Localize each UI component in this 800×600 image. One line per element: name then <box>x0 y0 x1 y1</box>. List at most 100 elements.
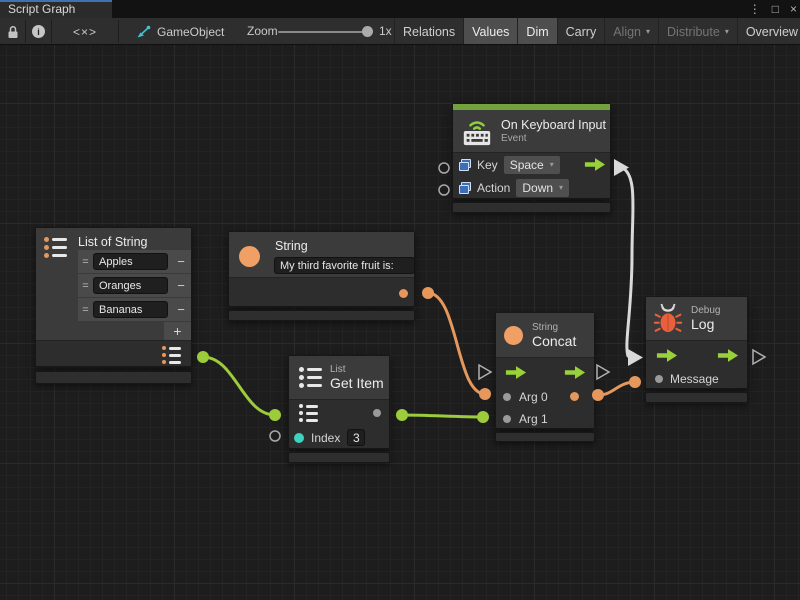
tab-bar: Script Graph ⋮ □ × <box>0 0 800 18</box>
zoom-slider-handle[interactable] <box>362 26 373 37</box>
trigger-out-port[interactable] <box>584 157 606 172</box>
remove-item-button[interactable]: − <box>171 278 191 293</box>
arg1-label: Arg 1 <box>519 412 548 426</box>
values-button[interactable]: Values <box>463 18 517 45</box>
index-input-port[interactable] <box>294 433 304 443</box>
node-footer <box>228 310 415 321</box>
node-title: Get Item <box>330 375 384 391</box>
zoom-slider-track[interactable] <box>278 31 372 33</box>
node-string-concat[interactable]: String Concat Arg 0 Arg 1 <box>495 312 595 429</box>
info-button[interactable]: i <box>26 18 51 45</box>
chevron-down-icon: ▾ <box>646 19 650 45</box>
message-label: Message <box>670 372 719 386</box>
node-header: On Keyboard Input Event <box>453 110 610 153</box>
node-title: Concat <box>532 333 576 349</box>
node-title: String <box>275 239 308 253</box>
node-body <box>229 279 414 307</box>
chevron-down-icon: ▾ <box>550 160 554 169</box>
list-input-row <box>289 400 389 426</box>
item-output-port[interactable] <box>373 409 381 417</box>
overview-button[interactable]: Overview <box>737 18 800 45</box>
list-input-port[interactable] <box>299 404 318 422</box>
tab-script-graph[interactable]: Script Graph <box>0 0 112 18</box>
string-output-port[interactable] <box>399 289 408 298</box>
zoom-label: Zoom <box>247 18 278 45</box>
node-footer <box>645 392 748 403</box>
node-header: List Get Item <box>289 356 389 400</box>
key-row: Key Space ▾ <box>453 153 610 176</box>
node-list-of-string[interactable]: List of String = Apples − = Oranges − = … <box>35 227 192 367</box>
node-category: Debug <box>691 305 720 316</box>
trigger-out-port[interactable] <box>717 348 739 363</box>
window-controls: ⋮ □ × <box>749 0 797 18</box>
trigger-in-port[interactable] <box>656 348 678 363</box>
keycode-icon <box>459 159 471 171</box>
string-list-editor: = Apples − = Oranges − = Bananas − + <box>78 250 191 340</box>
menu-icon[interactable]: ⋮ <box>749 0 761 18</box>
string-type-icon <box>239 246 260 267</box>
list-item-row: = Apples − <box>78 250 191 273</box>
maximize-icon[interactable]: □ <box>772 0 779 18</box>
distribute-dropdown[interactable]: Distribute ▾ <box>658 18 737 45</box>
trigger-out-port[interactable] <box>564 365 586 380</box>
node-footer <box>495 432 595 442</box>
toolbar-separator <box>118 20 119 43</box>
action-row: Action Down ▾ <box>453 176 610 199</box>
list-output-port[interactable] <box>162 346 181 364</box>
message-row: Message <box>646 369 747 389</box>
drag-handle-icon[interactable]: = <box>78 304 93 316</box>
unity-script-graph-window: Script Graph ⋮ □ × i <×> <box>0 0 800 600</box>
drag-handle-icon[interactable]: = <box>78 280 93 292</box>
index-label: Index <box>311 431 340 445</box>
arg0-label: Arg 0 <box>519 390 548 404</box>
dim-button[interactable]: Dim <box>517 18 556 45</box>
arg1-input-port[interactable] <box>503 415 511 423</box>
add-item-button[interactable]: + <box>164 322 191 340</box>
message-input-port[interactable] <box>655 375 663 383</box>
arg1-row: Arg 1 <box>496 408 594 430</box>
action-icon <box>459 182 471 194</box>
carry-button[interactable]: Carry <box>557 18 605 45</box>
relations-button[interactable]: Relations <box>394 18 463 45</box>
node-title: Log <box>691 316 720 332</box>
action-label: Action <box>477 181 510 195</box>
chevron-down-icon: ▾ <box>725 19 729 45</box>
list-item-input[interactable]: Oranges <box>93 277 168 294</box>
chevron-down-icon: ▾ <box>559 183 563 192</box>
code-icon: <×> <box>73 25 97 39</box>
node-title: List of String <box>78 235 147 249</box>
remove-item-button[interactable]: − <box>171 302 191 317</box>
lock-button[interactable] <box>0 18 25 45</box>
arg0-row: Arg 0 <box>496 386 594 408</box>
node-on-keyboard-input[interactable]: On Keyboard Input Event Key Space ▾ Acti… <box>452 103 611 199</box>
trigger-in-port[interactable] <box>505 365 527 380</box>
list-item-input[interactable]: Bananas <box>93 301 168 318</box>
arg0-input-port[interactable] <box>503 393 511 401</box>
close-icon[interactable]: × <box>790 0 797 18</box>
key-label: Key <box>477 158 498 172</box>
graph-target-chip[interactable]: GameObject <box>136 18 224 45</box>
result-output-port[interactable] <box>570 392 579 401</box>
node-string-literal[interactable]: String My third favorite fruit is: <box>228 231 415 307</box>
remove-item-button[interactable]: − <box>171 254 191 269</box>
toolbar-toggle-group: Relations Values Dim Carry Align ▾ Distr… <box>394 18 800 45</box>
list-output-row <box>36 342 191 367</box>
align-dropdown[interactable]: Align ▾ <box>604 18 658 45</box>
string-type-icon <box>504 326 523 345</box>
code-view-button[interactable]: <×> <box>52 18 118 45</box>
node-list-get-item[interactable]: List Get Item Index 3 <box>288 355 390 449</box>
list-item-input[interactable]: Apples <box>93 253 168 270</box>
trigger-row <box>646 341 747 369</box>
node-debug-log[interactable]: Debug Log Message <box>645 296 748 389</box>
lock-icon <box>7 25 19 39</box>
string-value-input[interactable]: My third favorite fruit is: <box>274 257 415 274</box>
graph-toolbar: i <×> GameObject Zoom 1x Relations Value… <box>0 18 800 45</box>
index-value-input[interactable]: 3 <box>347 429 365 446</box>
node-footer <box>35 371 192 384</box>
action-select[interactable]: Down ▾ <box>516 179 569 197</box>
key-select[interactable]: Space ▾ <box>504 156 560 174</box>
graph-target-label: GameObject <box>157 25 224 39</box>
trigger-row <box>496 358 594 386</box>
list-icon <box>44 237 67 258</box>
drag-handle-icon[interactable]: = <box>78 256 93 268</box>
